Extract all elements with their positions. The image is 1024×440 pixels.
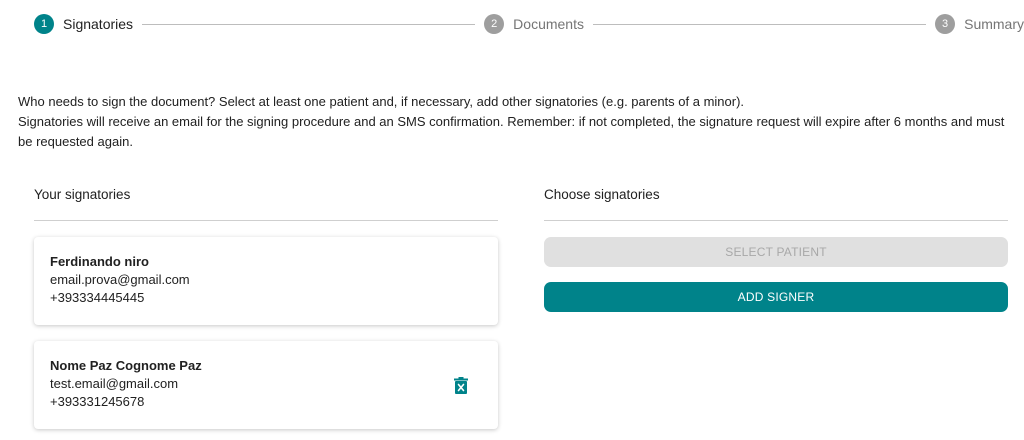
signer-name: Ferdinando niro	[50, 254, 149, 269]
signer-phone: +393334445445	[50, 290, 145, 305]
divider	[544, 220, 1008, 221]
signer-email: test.email@gmail.com	[50, 376, 179, 391]
divider	[34, 220, 498, 221]
intro-line: Signatories will receive an email for th…	[18, 114, 1005, 149]
step-label: Documents	[513, 16, 584, 32]
choose-signatories-panel: Choose signatories SELECT PATIENT ADD SI…	[544, 184, 1008, 312]
choose-signatories-title: Choose signatories	[544, 187, 660, 202]
step-number-badge: 2	[484, 14, 505, 34]
step-label: Summary	[964, 16, 1024, 32]
step-number-badge: 1	[34, 14, 54, 34]
delete-signer-icon[interactable]	[454, 377, 468, 394]
step-connector	[142, 23, 476, 25]
step-label: Signatories	[63, 16, 134, 32]
select-patient-button[interactable]: SELECT PATIENT	[544, 237, 1008, 267]
step-connector	[592, 23, 927, 25]
signer-name: Nome Paz Cognome Paz	[50, 358, 202, 373]
step-signatories[interactable]: 1 Signatories	[34, 14, 133, 34]
intro-line: Who needs to sign the document? Select a…	[18, 94, 745, 109]
intro-text: Who needs to sign the document? Select a…	[18, 92, 1008, 152]
step-documents[interactable]: 2 Documents	[484, 14, 584, 34]
step-number-badge: 3	[935, 14, 956, 34]
signer-phone: +393331245678	[50, 394, 145, 409]
add-signer-button[interactable]: ADD SIGNER	[544, 282, 1008, 312]
your-signatories-title: Your signatories	[34, 187, 131, 202]
signer-card: Ferdinando niro email.prova@gmail.com +3…	[34, 237, 498, 325]
step-summary[interactable]: 3 Summary	[935, 14, 1024, 34]
your-signatories-panel: Your signatories Ferdinando niro email.p…	[34, 184, 498, 429]
stepper: 1 Signatories 2 Documents 3 Summary	[34, 12, 1024, 36]
signer-email: email.prova@gmail.com	[50, 272, 190, 287]
signer-card: Nome Paz Cognome Paz test.email@gmail.co…	[34, 341, 498, 429]
